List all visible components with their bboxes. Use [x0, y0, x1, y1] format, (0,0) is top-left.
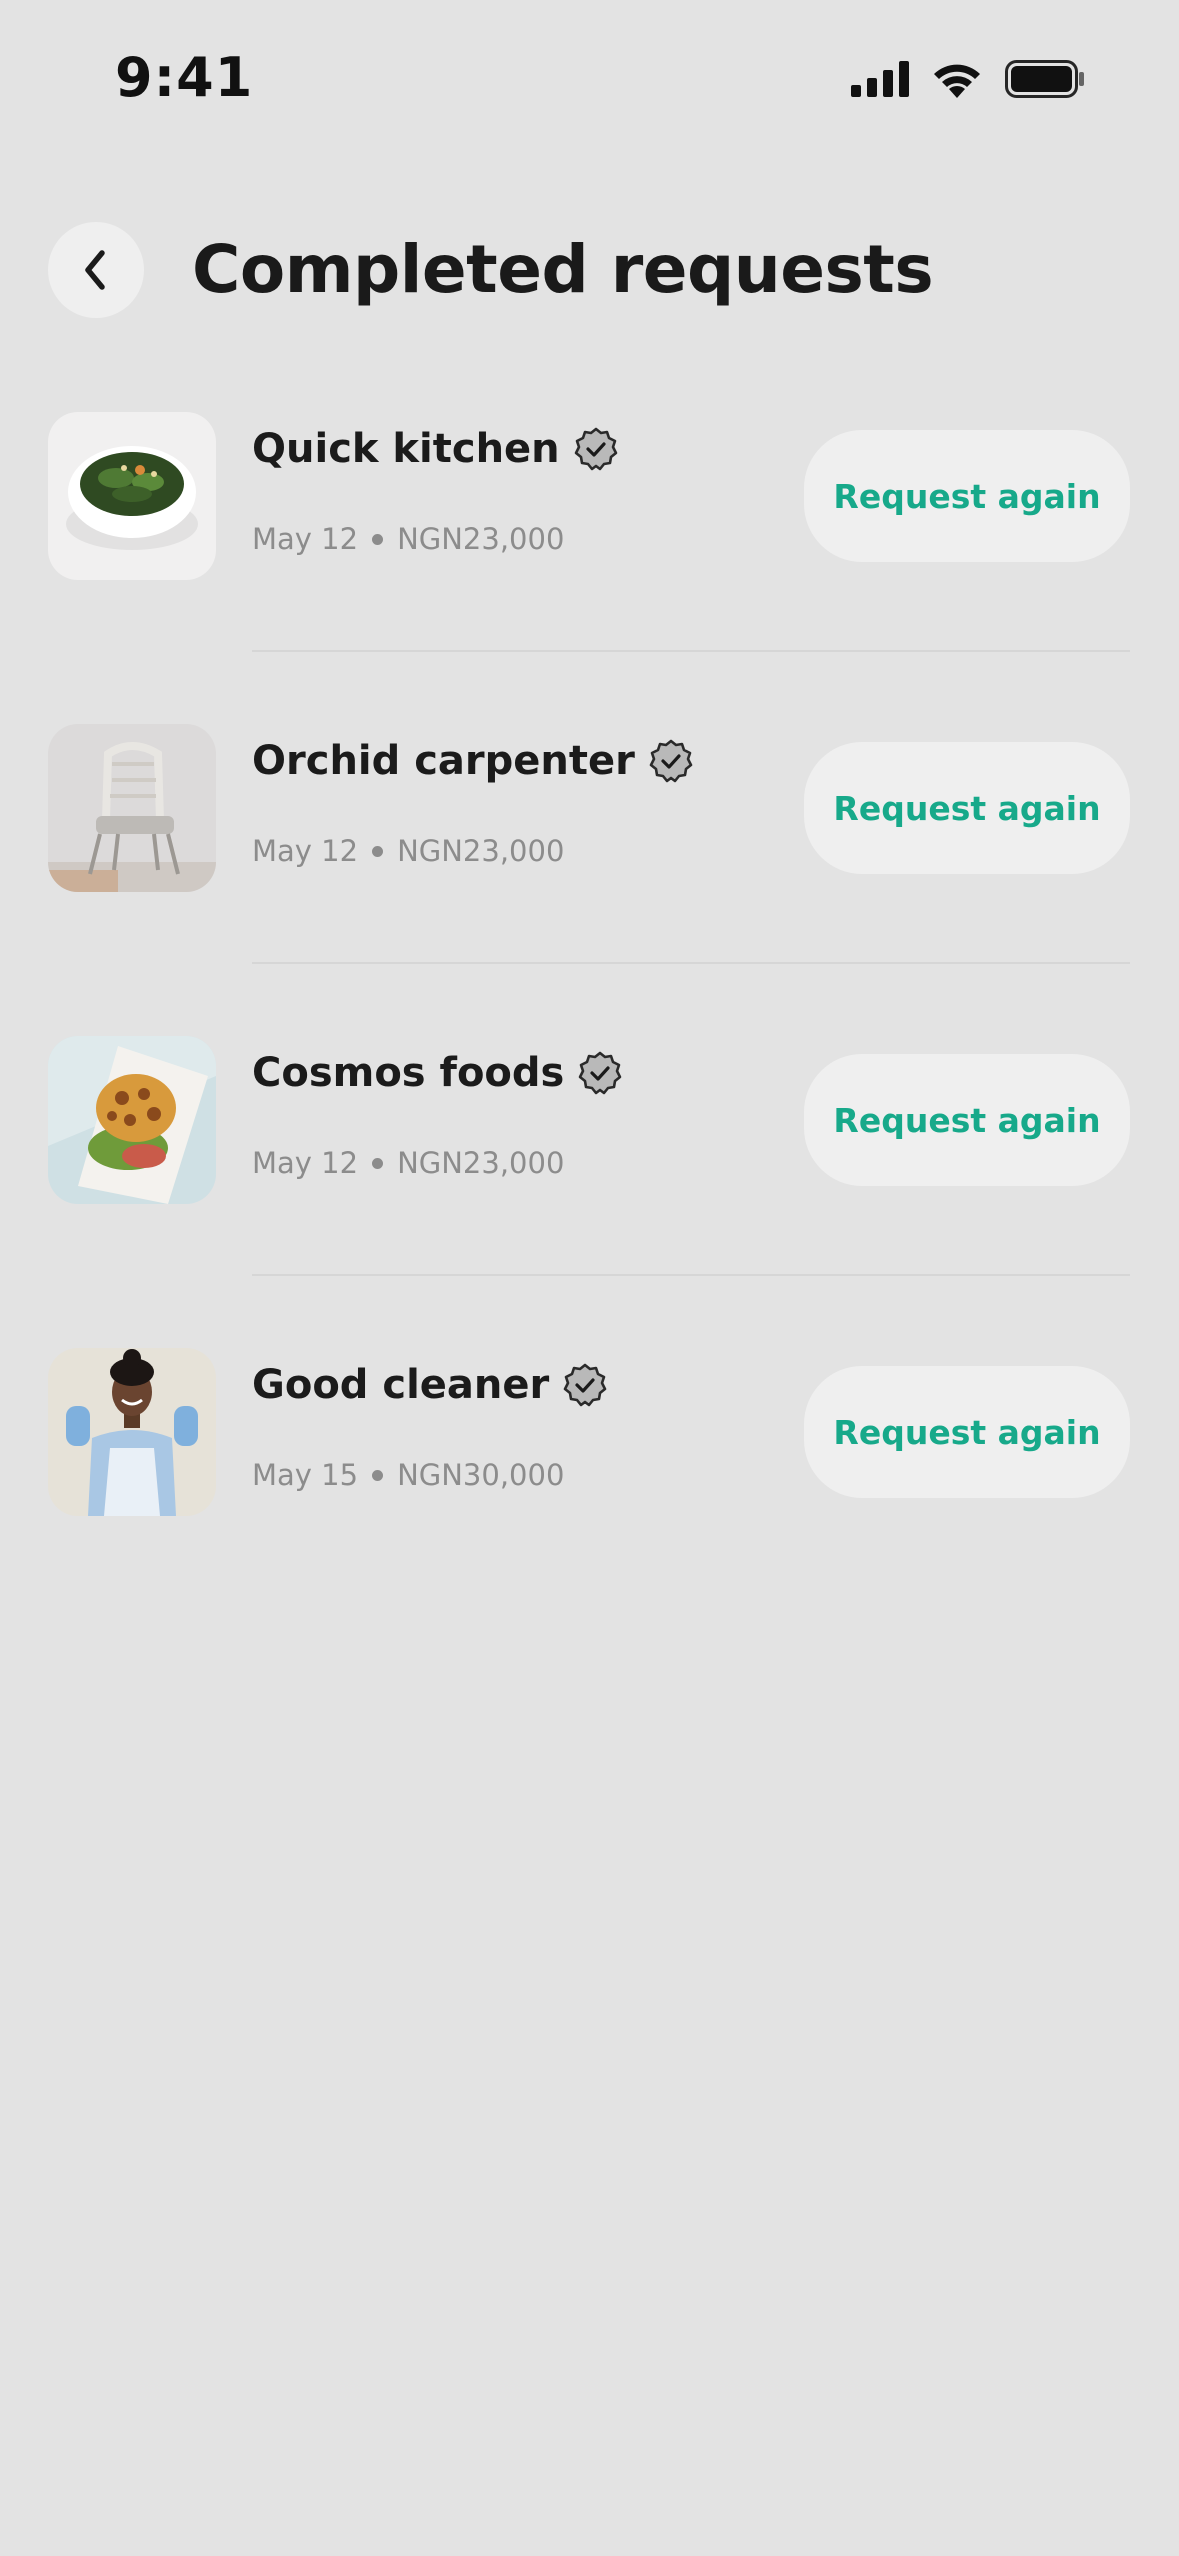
- item-meta: May 12 NGN23,000: [252, 834, 564, 868]
- request-amount: NGN30,000: [397, 1458, 565, 1492]
- chair-photo: [48, 724, 216, 892]
- status-bar: 9:41: [0, 0, 1179, 160]
- request-again-button[interactable]: Request again: [804, 430, 1130, 562]
- item-title-group: Cosmos foods: [252, 1050, 622, 1096]
- item-title-group: Quick kitchen: [252, 426, 618, 472]
- verified-badge-icon: [563, 1363, 607, 1407]
- provider-name: Orchid carpenter: [252, 738, 635, 784]
- signal-icon: [851, 61, 909, 97]
- separator-dot: [372, 1157, 384, 1169]
- cleaner-person-photo: [48, 1348, 216, 1516]
- request-date: May 15: [252, 1458, 359, 1492]
- separator-dot: [372, 1469, 384, 1481]
- verified-badge-icon: [579, 1051, 622, 1095]
- request-date: May 12: [252, 1146, 359, 1180]
- divider: [252, 1274, 1130, 1276]
- divider: [252, 650, 1130, 652]
- request-amount: NGN23,000: [397, 1146, 565, 1180]
- back-button[interactable]: [48, 222, 144, 318]
- chevron-left-icon: [85, 250, 105, 290]
- status-time: 9:41: [115, 46, 254, 109]
- item-meta: May 12 NGN23,000: [252, 522, 564, 556]
- request-again-button[interactable]: Request again: [804, 742, 1130, 874]
- item-meta: May 12 NGN23,000: [252, 1146, 564, 1180]
- item-title-group: Orchid carpenter: [252, 738, 693, 784]
- request-date: May 12: [252, 834, 359, 868]
- list-item: Quick kitchen May 12 NGN23,000 Request a…: [0, 412, 1179, 724]
- status-icons: [851, 60, 1085, 98]
- list-item: Cosmos foods May 12 NGN23,000 Request ag…: [0, 1036, 1179, 1348]
- verified-badge-icon: [574, 427, 617, 471]
- request-list: Quick kitchen May 12 NGN23,000 Request a…: [0, 412, 1179, 1660]
- request-amount: NGN23,000: [397, 834, 565, 868]
- page-header: Completed requests: [0, 222, 1179, 318]
- burger-plate-photo: [48, 1036, 216, 1204]
- item-title-group: Good cleaner: [252, 1362, 607, 1408]
- verified-badge-icon: [649, 739, 693, 783]
- list-item: Orchid carpenter May 12 NGN23,000 Reques…: [0, 724, 1179, 1036]
- divider: [252, 962, 1130, 964]
- separator-dot: [372, 533, 384, 545]
- page-title: Completed requests: [192, 231, 934, 308]
- item-meta: May 15 NGN30,000: [252, 1458, 564, 1492]
- battery-icon: [1005, 60, 1084, 98]
- provider-name: Good cleaner: [252, 1362, 550, 1408]
- wifi-icon: [934, 64, 980, 98]
- list-item: Good cleaner May 15 NGN30,000 Request ag…: [0, 1348, 1179, 1660]
- request-again-button[interactable]: Request again: [804, 1366, 1130, 1498]
- separator-dot: [372, 845, 384, 857]
- provider-name: Quick kitchen: [252, 426, 560, 472]
- salad-bowl-photo: [48, 412, 216, 580]
- request-again-button[interactable]: Request again: [804, 1054, 1130, 1186]
- request-date: May 12: [252, 522, 359, 556]
- provider-name: Cosmos foods: [252, 1050, 565, 1096]
- request-amount: NGN23,000: [397, 522, 565, 556]
